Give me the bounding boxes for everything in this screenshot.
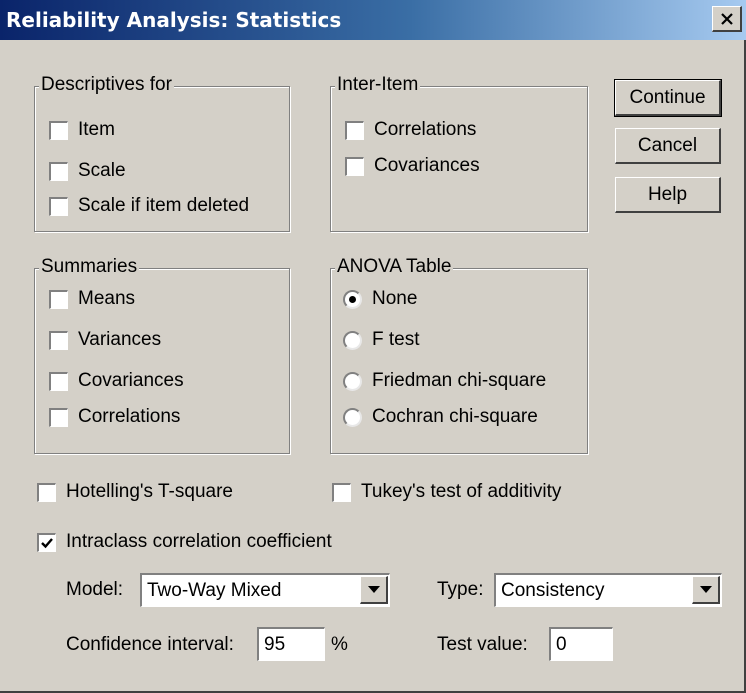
checkbox-label: Correlations	[78, 406, 181, 427]
checkbox-summary-correlations[interactable]: Correlations	[49, 406, 180, 428]
confidence-interval-label: Confidence interval:	[66, 634, 234, 655]
anova-legend: ANOVA Table	[335, 256, 454, 278]
checkbox-covariances[interactable]: Covariances	[345, 155, 480, 177]
checkbox-variances[interactable]: Variances	[49, 329, 161, 351]
radio-label: F test	[372, 329, 420, 350]
radio-label: Friedman chi-square	[372, 370, 547, 391]
checkbox[interactable]	[49, 330, 68, 350]
checkbox[interactable]	[49, 120, 68, 140]
checkmark-icon	[41, 537, 53, 548]
confidence-interval-input[interactable]: 95	[257, 627, 325, 661]
checkbox[interactable]	[332, 482, 351, 502]
checkbox-scale-if-item-deleted[interactable]: Scale if item deleted	[49, 195, 249, 217]
checkbox[interactable]	[345, 120, 364, 140]
checkbox-label: Scale if item deleted	[78, 195, 250, 216]
help-label: Help	[647, 183, 688, 205]
radio-button[interactable]	[343, 407, 362, 427]
checkbox[interactable]	[345, 156, 364, 176]
model-value: Two-Way Mixed	[147, 579, 282, 601]
checkbox-label: Covariances	[78, 370, 184, 391]
close-icon	[720, 12, 733, 25]
checkbox-intraclass-correlation[interactable]: Intraclass correlation coefficient	[37, 531, 332, 553]
summaries-group: Summaries Means Variances Covariances Co…	[34, 256, 290, 454]
checkbox[interactable]	[49, 371, 68, 391]
checkbox[interactable]	[37, 482, 56, 502]
radio-label: Cochran chi-square	[372, 406, 538, 427]
inter-item-group: Inter-Item Correlations Covariances	[330, 74, 588, 232]
window-title: Reliability Analysis: Statistics	[6, 8, 342, 32]
checkbox[interactable]	[49, 289, 68, 309]
chevron-down-icon	[699, 586, 712, 593]
radio-selected-dot	[349, 295, 356, 303]
type-value: Consistency	[501, 579, 605, 601]
summaries-legend: Summaries	[39, 256, 140, 278]
checkbox-label: Variances	[78, 329, 162, 350]
checkbox-hotellings-t-square[interactable]: Hotelling's T-square	[37, 481, 233, 503]
checkbox-scale[interactable]: Scale	[49, 160, 126, 182]
cancel-button[interactable]: Cancel	[615, 128, 721, 164]
dropdown-button[interactable]	[360, 576, 388, 604]
anova-group: ANOVA Table None F test Friedman chi-squ…	[330, 256, 588, 454]
radio-friedman-chi-square[interactable]: Friedman chi-square	[343, 370, 546, 392]
test-value-input[interactable]: 0	[549, 627, 613, 661]
checkbox-means[interactable]: Means	[49, 288, 135, 310]
radio-cochran-chi-square[interactable]: Cochran chi-square	[343, 406, 538, 428]
checkbox-label: Item	[78, 119, 115, 140]
checkbox[interactable]	[37, 532, 56, 552]
checkbox-label: Tukey's test of additivity	[361, 481, 562, 502]
checkbox-label: Intraclass correlation coefficient	[66, 531, 332, 552]
radio-button[interactable]	[343, 371, 362, 391]
model-select[interactable]: Two-Way Mixed	[140, 573, 390, 607]
checkbox-label: Scale	[78, 160, 126, 181]
checkbox-label: Covariances	[374, 155, 480, 176]
radio-none[interactable]: None	[343, 288, 417, 310]
radio-button[interactable]	[343, 330, 362, 350]
close-button[interactable]	[712, 6, 742, 32]
radio-f-test[interactable]: F test	[343, 329, 420, 351]
model-label: Model:	[66, 579, 124, 600]
descriptives-group: Descriptives for Item Scale Scale if ite…	[34, 74, 290, 232]
continue-label: Continue	[629, 86, 706, 108]
title-bar[interactable]: Reliability Analysis: Statistics	[0, 0, 746, 40]
test-value: 0	[556, 633, 567, 655]
radio-button[interactable]	[343, 289, 362, 309]
continue-button[interactable]: Continue	[614, 79, 722, 117]
help-button[interactable]: Help	[615, 177, 721, 213]
chevron-down-icon	[367, 586, 380, 593]
checkbox-label: Correlations	[374, 119, 477, 140]
checkbox-tukeys-test[interactable]: Tukey's test of additivity	[332, 481, 561, 503]
inter-item-legend: Inter-Item	[335, 74, 421, 96]
checkbox[interactable]	[49, 196, 68, 216]
confidence-interval-value: 95	[264, 633, 286, 655]
percent-unit: %	[331, 634, 348, 655]
dropdown-button[interactable]	[692, 576, 720, 604]
checkbox[interactable]	[49, 407, 68, 427]
type-label: Type:	[437, 579, 484, 600]
type-select[interactable]: Consistency	[494, 573, 722, 607]
checkbox[interactable]	[49, 161, 68, 181]
descriptives-legend: Descriptives for	[39, 74, 174, 96]
dialog-window: Reliability Analysis: Statistics Descrip…	[0, 0, 746, 693]
cancel-label: Cancel	[637, 134, 698, 156]
checkbox-item[interactable]: Item	[49, 119, 115, 141]
radio-label: None	[372, 288, 418, 309]
checkbox-label: Hotelling's T-square	[66, 481, 233, 502]
test-value-label: Test value:	[437, 634, 528, 655]
checkbox-correlations[interactable]: Correlations	[345, 119, 476, 141]
checkbox-summary-covariances[interactable]: Covariances	[49, 370, 184, 392]
checkbox-label: Means	[78, 288, 136, 309]
